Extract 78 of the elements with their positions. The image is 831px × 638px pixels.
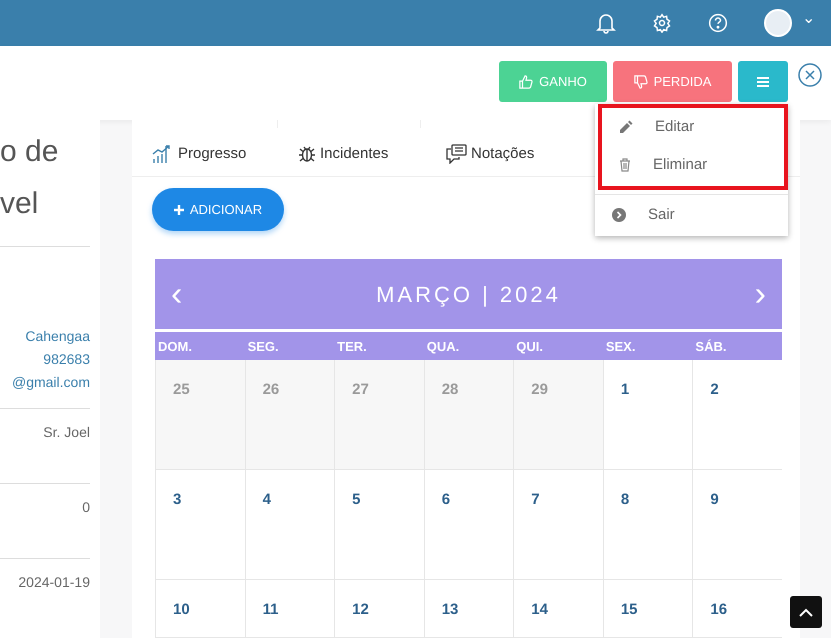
- day-number: 27: [352, 381, 369, 398]
- title-text: vel: [0, 186, 40, 222]
- menu-item[interactable]: Sair: [595, 196, 788, 234]
- pencil-icon: [619, 120, 633, 134]
- day-cell[interactable]: 11: [244, 580, 334, 638]
- day-number: 1: [620, 381, 630, 398]
- weekday-label: TER.: [336, 338, 368, 356]
- day-cell[interactable]: 10: [155, 580, 245, 638]
- day-number: 25: [173, 381, 190, 398]
- menu-item[interactable]: Editar: [602, 108, 784, 146]
- day-cell[interactable]: 14: [513, 580, 603, 638]
- day-number: 16: [710, 601, 728, 618]
- day-cell[interactable]: 1: [602, 360, 692, 470]
- bell-icon[interactable]: [596, 12, 616, 34]
- chat-icon: [445, 144, 467, 164]
- close-icon[interactable]: [798, 63, 822, 87]
- day-number: 10: [173, 601, 190, 618]
- day-number: 3: [173, 491, 182, 508]
- day-number: 11: [262, 601, 278, 618]
- day-cell[interactable]: 3: [155, 470, 245, 580]
- day-number: 29: [531, 381, 548, 398]
- day-number: 4: [262, 491, 271, 508]
- tab[interactable]: Notações: [445, 141, 534, 167]
- day-number: 6: [442, 491, 450, 508]
- add-button[interactable]: ADICIONAR: [152, 188, 284, 231]
- day-cell[interactable]: 5: [334, 470, 424, 580]
- day-cell[interactable]: 13: [424, 580, 514, 638]
- thumbs-up-icon: [519, 74, 534, 88]
- day-number: 14: [531, 601, 548, 618]
- weekday-label: QUA.: [426, 338, 460, 356]
- weekday-label: QUI.: [515, 338, 544, 356]
- day-number: 2: [710, 381, 719, 398]
- contact-text: Cahengaa: [25, 327, 90, 346]
- day-cell[interactable]: 2: [692, 360, 782, 470]
- tab[interactable]: Progresso: [152, 141, 246, 167]
- menu-button[interactable]: [738, 61, 788, 102]
- day-cell[interactable]: 7: [513, 470, 603, 580]
- weekday-label: SEX.: [604, 338, 636, 356]
- day-number: 9: [710, 491, 719, 508]
- weekday-label: SEG.: [246, 338, 280, 356]
- day-number: 5: [352, 491, 360, 508]
- contact-text: @gmail.com: [12, 373, 90, 392]
- day-cell[interactable]: 8: [602, 470, 692, 580]
- day-cell[interactable]: 6: [424, 470, 514, 580]
- scroll-to-top-button[interactable]: [790, 596, 822, 628]
- day-number: 15: [620, 601, 638, 618]
- day-number: 26: [262, 381, 280, 398]
- day-cell[interactable]: 15: [602, 580, 692, 638]
- day-number: 7: [531, 491, 540, 508]
- trash-icon: [619, 158, 631, 172]
- day-number: 28: [442, 381, 458, 398]
- contact-text: 982683: [43, 350, 90, 369]
- dropdown-caret[interactable]: ⌄: [802, 11, 815, 27]
- field-value: Sr. Joel: [43, 423, 90, 442]
- menu-icon: [757, 76, 769, 86]
- weekday-label: DOM.: [157, 338, 193, 356]
- menu-item[interactable]: Eliminar: [602, 146, 784, 184]
- avatar[interactable]: [764, 9, 792, 37]
- day-number: 13: [442, 601, 458, 618]
- title-text: o de: [0, 134, 60, 170]
- plus-icon: [174, 204, 184, 214]
- chevron-up-icon: [799, 608, 813, 616]
- help-icon[interactable]: [708, 13, 728, 33]
- chevron-circle-icon: [612, 208, 626, 222]
- day-cell[interactable]: 16: [692, 580, 782, 638]
- weekday-label: SÁB.: [694, 338, 728, 356]
- thumbs-down-icon: [634, 74, 648, 88]
- bug-icon: [298, 145, 316, 163]
- day-cell[interactable]: 12: [334, 580, 424, 638]
- day-number: 8: [620, 491, 630, 508]
- field-value: 0: [82, 498, 90, 517]
- field-value: 2024-01-19: [18, 573, 90, 592]
- day-cell[interactable]: 4: [244, 470, 334, 580]
- day-number: 12: [352, 601, 369, 618]
- day-cell[interactable]: 9: [692, 470, 782, 580]
- month-title: MARÇO | 2024: [376, 280, 561, 309]
- settings-icon[interactable]: [652, 13, 672, 33]
- tab[interactable]: Incidentes: [298, 141, 388, 167]
